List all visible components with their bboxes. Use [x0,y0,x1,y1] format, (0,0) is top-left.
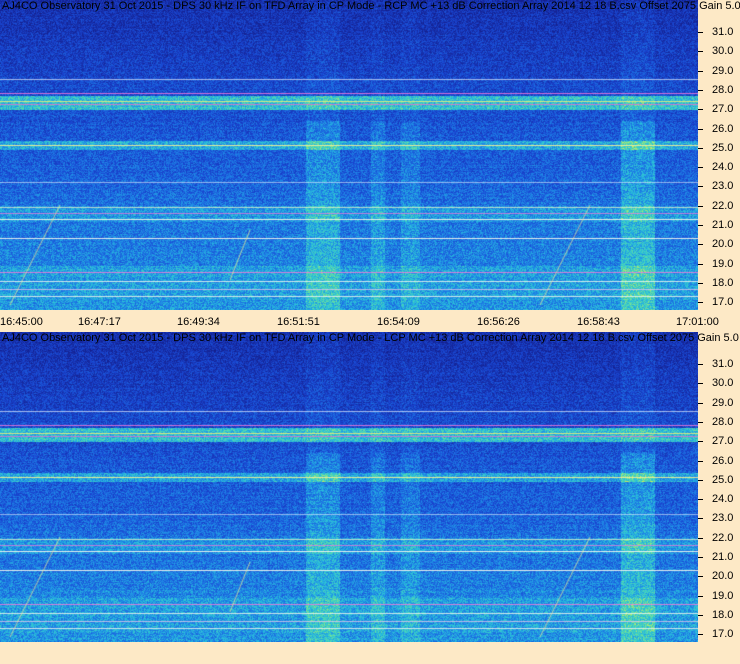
spectrogram-image-lcp: AJ4CO Observatory 31 Oct 2015 - DPS 30 k… [0,332,739,642]
frequency-tick [698,264,703,265]
frequency-tick [698,383,703,384]
frequency-label: 27.0 [712,103,734,115]
spectrogram-panel-rcp: AJ4CO Observatory 31 Oct 2015 - DPS 30 k… [0,0,740,332]
frequency-axis: 31.0 30.0 29.0 28.0 27.0 26.0 25.0 24.0 23.0 22.0… [698,332,740,642]
frequency-label: 19.0 [712,590,734,602]
frequency-tick [698,480,703,481]
time-label: 16:51:51 [277,316,320,328]
frequency-label: 17.0 [712,628,734,640]
frequency-label: 20.0 [712,570,734,582]
frequency-label: 18.0 [712,609,734,621]
frequency-label: 28.0 [712,416,734,428]
frequency-tick [698,461,703,462]
frequency-tick [698,109,703,110]
frequency-label: 27.0 [712,435,734,447]
frequency-tick [698,129,703,130]
frequency-tick [698,634,703,635]
frequency-label: 25.0 [712,474,734,486]
frequency-tick [698,148,703,149]
frequency-label: 22.0 [712,532,734,544]
frequency-tick [698,596,703,597]
frequency-tick [698,557,703,558]
frequency-label: 21.0 [712,219,734,231]
time-label: 16:56:26 [477,316,520,328]
frequency-tick [698,206,703,207]
frequency-label: 18.0 [712,277,734,289]
time-label: 16:49:34 [177,316,220,328]
spectrogram-panel-lcp: AJ4CO Observatory 31 Oct 2015 - DPS 30 k… [0,332,740,664]
frequency-tick [698,499,703,500]
frequency-label: 23.0 [712,180,734,192]
spectrogram-canvas-lcp [0,332,698,642]
frequency-label: 28.0 [712,84,734,96]
frequency-tick [698,71,703,72]
panel-caption: AJ4CO Observatory 31 Oct 2015 - DPS 30 k… [2,0,740,12]
frequency-tick [698,576,703,577]
frequency-label: 30.0 [712,45,734,57]
frequency-tick [698,422,703,423]
frequency-label: 24.0 [712,161,734,173]
frequency-label: 29.0 [712,397,734,409]
frequency-tick [698,51,703,52]
frequency-label: 19.0 [712,258,734,270]
frequency-tick [698,615,703,616]
time-label: 16:45:00 [0,316,43,328]
time-label: 16:58:43 [577,316,620,328]
frequency-tick [698,225,703,226]
frequency-label: 22.0 [712,200,734,212]
frequency-label: 20.0 [712,238,734,250]
frequency-tick [698,518,703,519]
time-label: 16:54:09 [377,316,420,328]
spectrogram-image-rcp: AJ4CO Observatory 31 Oct 2015 - DPS 30 k… [0,0,740,310]
frequency-label: 25.0 [712,142,734,154]
frequency-tick [698,244,703,245]
frequency-tick [698,186,703,187]
frequency-label: 30.0 [712,377,734,389]
frequency-label: 23.0 [712,512,734,524]
time-axis: 16:45:00 16:47:17 16:49:34 16:51:51 16:54:09… [0,310,740,332]
time-label: 16:47:17 [78,316,121,328]
frequency-tick [698,32,703,33]
frequency-tick [698,364,703,365]
time-label: 17:01:00 [676,316,719,328]
frequency-tick [698,90,703,91]
panel-caption: AJ4CO Observatory 31 Oct 2015 - DPS 30 k… [2,332,739,344]
frequency-tick [698,403,703,404]
frequency-tick [698,302,703,303]
frequency-tick [698,538,703,539]
frequency-tick [698,167,703,168]
frequency-label: 24.0 [712,493,734,505]
frequency-label: 26.0 [712,455,734,467]
frequency-tick [698,441,703,442]
frequency-label: 29.0 [712,65,734,77]
frequency-axis: 31.0 30.0 29.0 28.0 27.0 26.0 25.0 24.0 23.0 22.0… [698,0,740,310]
frequency-label: 31.0 [712,358,734,370]
frequency-label: 21.0 [712,551,734,563]
frequency-label: 26.0 [712,123,734,135]
frequency-label: 31.0 [712,26,734,38]
frequency-label: 17.0 [712,296,734,308]
frequency-tick [698,283,703,284]
time-axis [0,642,740,664]
spectrogram-canvas-rcp [0,0,698,310]
